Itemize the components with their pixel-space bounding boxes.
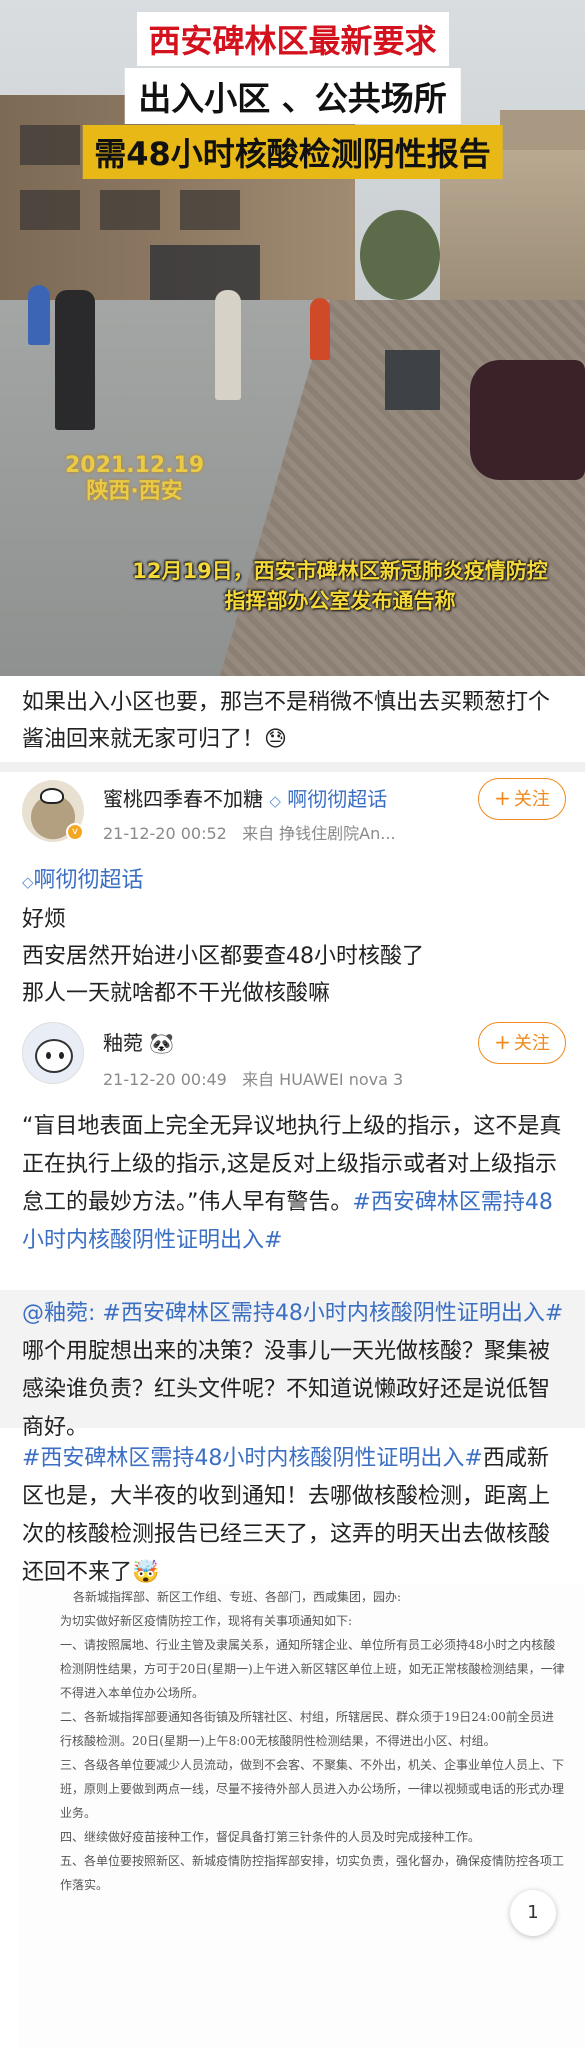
doc-paragraph: 三、各级各单位要减少人员流动，做到不会客、不聚集、不外出，机关、企事业单位人员上… <box>60 1758 565 1820</box>
doc-paragraph: 四、继续做好疫苗接种工作，督促具备打第三针条件的人员及时完成接种工作。 <box>60 1830 481 1844</box>
pedestrian <box>215 290 241 400</box>
follow-label: 关注 <box>513 1033 550 1054</box>
final-post-body: #西安碑林区需持48小时内核酸阴性证明出入#西咸新区也是，大半夜的收到通知！去哪… <box>22 1440 569 1592</box>
pedestrian <box>28 285 50 345</box>
headline-2: 出入小区 、公共场所 <box>124 68 461 124</box>
repost-body: @釉菀: #西安碑林区需持48小时内核酸阴性证明出入# 哪个用腚想出来的决策？没事… <box>22 1295 569 1447</box>
topic-tag-link[interactable]: ◇啊彻彻超话 <box>22 862 569 901</box>
follow-label: 关注 <box>513 789 550 810</box>
post-1-meta: 21-12-20 00:52 来自 挣钱住剧院An... <box>103 820 396 844</box>
post-2-meta: 21-12-20 00:49 来自 HUAWEI nova 3 <box>103 1066 403 1090</box>
post-line: 好烦 <box>22 907 67 932</box>
diamond-icon: ◇ <box>22 873 34 891</box>
plus-icon: + <box>494 786 511 810</box>
divider <box>0 762 585 772</box>
headline-1: 西安碑林区最新要求 <box>136 12 449 66</box>
post-line: 那人一天就啥都不干光做核酸嘛 <box>22 981 331 1006</box>
post-1-body: ◇啊彻彻超话 好烦 西安居然开始进小区都要查48小时核酸了 那人一天就啥都不干光… <box>22 862 569 1012</box>
doc-paragraph: 二、各新城指挥部要通知各街镇及所辖社区、村组，所辖居民、群众须于19日24:00… <box>60 1710 554 1748</box>
scooter <box>470 360 585 480</box>
chaohua-link[interactable]: 啊彻彻超话 <box>287 787 387 811</box>
topic-tag-link[interactable]: #西安碑林区需持48小时内核酸阴性证明出入# <box>22 1446 483 1471</box>
avatar-face <box>35 1039 73 1073</box>
news-screenshot-image[interactable]: 西安碑林区最新要求 出入小区 、公共场所 需48小时核酸检测阴性报告 2021.… <box>0 0 585 676</box>
post-source: 来自 HUAWEI nova 3 <box>242 1070 404 1089</box>
pedestrian <box>55 290 95 430</box>
location-text: 陕西·西安 <box>86 479 183 505</box>
follow-button[interactable]: + 关注 <box>478 1022 566 1064</box>
date-overlay: 2021.12.19 陕西·西安 <box>65 453 204 506</box>
panda-icon: 🐼 <box>149 1031 175 1055</box>
date-text: 2021.12.19 <box>65 453 205 478</box>
page-indicator[interactable]: 1 <box>510 1890 556 1936</box>
diamond-icon: ◇ <box>269 792 281 810</box>
trash-bin <box>385 350 440 410</box>
post-2-body: “盲目地表面上完全无异议地执行上级的指示，这不是真正在执行上级的指示,这是反对上… <box>22 1108 569 1260</box>
pedestrian <box>310 298 330 360</box>
doc-paragraph: 一、请按照属地、行业主管及隶属关系，通知所辖企业、单位所有员工必须持48小时之内… <box>60 1638 565 1700</box>
username[interactable]: 蜜桃四季春不加糖 <box>103 787 263 811</box>
topic-tag-link[interactable]: #西安碑林区需持48小时内核酸阴性证明出入# <box>102 1301 563 1326</box>
tree <box>360 210 440 300</box>
post-time: 21-12-20 00:52 <box>103 824 227 843</box>
topic-tag-text: 啊彻彻超话 <box>33 868 144 893</box>
avatar[interactable] <box>22 1022 84 1084</box>
headline-3: 需48小时核酸检测阴性报告 <box>82 125 503 179</box>
intro-comment: 如果出入小区也要，那岂不是稍微不慎出去买颗葱打个酱油回来就无家可归了！😓 <box>22 690 551 752</box>
plus-icon: + <box>494 1030 511 1054</box>
repost-text: 哪个用腚想出来的决策？没事儿一天光做核酸？聚集被感染谁负责？红头文件呢？不知道说… <box>22 1339 551 1440</box>
post-1-username-row: 蜜桃四季春不加糖 ◇ 啊彻彻超话 <box>103 783 387 812</box>
post-source: 来自 挣钱住剧院An... <box>242 824 396 843</box>
notice-document-image[interactable]: 各新城指挥部、新区工作组、专班、各部门，西咸集团，园办: 为切实做好新区疫情防控… <box>18 1585 585 2048</box>
doc-paragraph: 五、各单位要按照新区、新城疫情防控指挥部安排，切实负责，强化督办，确保疫情防控各… <box>60 1854 565 1892</box>
follow-button[interactable]: + 关注 <box>478 778 566 820</box>
post-line: 西安居然开始进小区都要查48小时核酸了 <box>22 944 424 969</box>
username[interactable]: 釉菀 <box>103 1031 143 1055</box>
post-2-username-row: 釉菀 🐼 <box>103 1027 174 1056</box>
post-time: 21-12-20 00:49 <box>103 1070 227 1089</box>
verified-badge-icon: v <box>66 823 84 841</box>
mention-link[interactable]: @釉菀: <box>22 1301 95 1326</box>
news-caption: 12月19日，西安市碑林区新冠肺炎疫情防控指挥部办公室发布通告称 <box>132 559 548 614</box>
doc-paragraph: 为切实做好新区疫情防控工作，现将有关事项通知如下: <box>60 1614 353 1628</box>
doc-paragraph: 各新城指挥部、新区工作组、专班、各部门，西咸集团，园办: <box>73 1590 402 1604</box>
